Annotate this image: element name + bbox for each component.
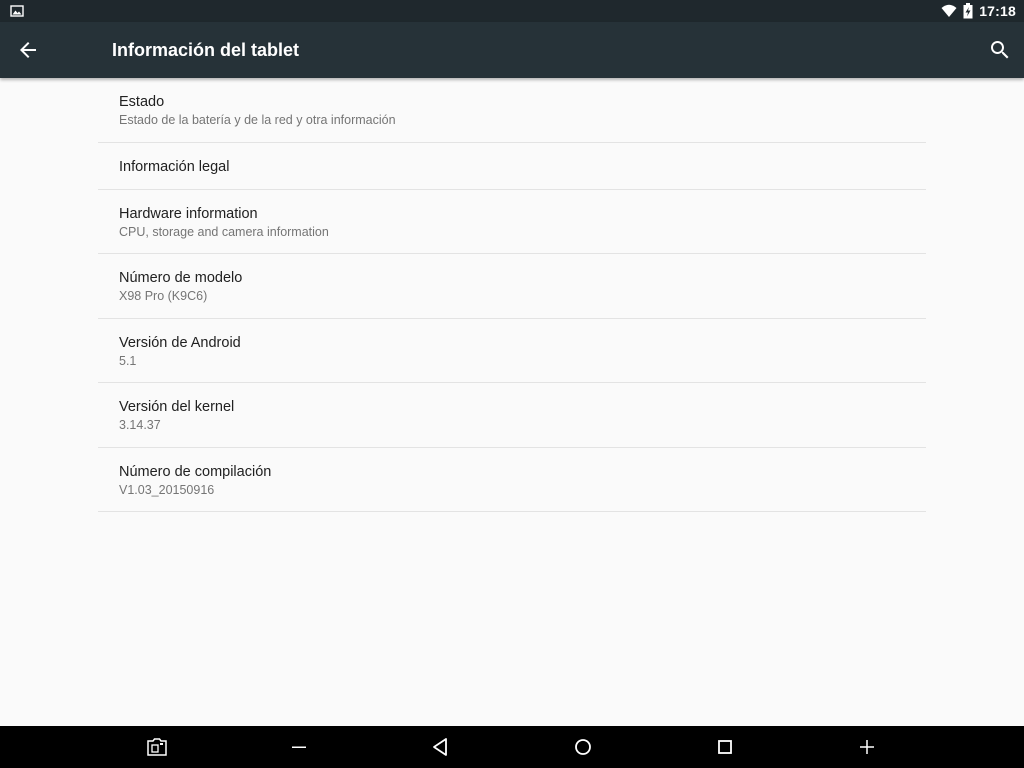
screenshot-icon[interactable]	[145, 735, 169, 759]
list-item-title: Número de compilación	[119, 463, 272, 480]
app-bar: Información del tablet	[0, 22, 1024, 78]
list-item-informacion-legal[interactable]: Información legal	[98, 143, 926, 190]
clock: 17:18	[979, 3, 1016, 19]
list-item-estado[interactable]: Estado Estado de la batería y de la red …	[98, 78, 926, 143]
page-title: Información del tablet	[112, 40, 300, 60]
list-item-hardware-information[interactable]: Hardware information CPU, storage and ca…	[98, 190, 926, 254]
settings-list: Estado Estado de la batería y de la red …	[98, 78, 926, 512]
list-item-version-de-android[interactable]: Versión de Android 5.1	[98, 319, 926, 383]
list-item-title: Estado	[119, 94, 165, 110]
arrow-back-icon[interactable]	[16, 38, 40, 62]
battery-charging-icon	[963, 3, 973, 19]
list-item-summary: X98 Pro (K9C6)	[119, 289, 208, 303]
list-item-summary: Estado de la batería y de la red y otra …	[119, 113, 396, 127]
list-item-summary: CPU, storage and camera information	[119, 224, 329, 239]
list-item-summary: V1.03_20150916	[119, 482, 215, 497]
list-item-summary: 5.1	[119, 353, 137, 368]
volume-up-icon[interactable]	[855, 735, 879, 759]
list-item-title: Versión de Android	[119, 334, 241, 351]
search-icon[interactable]	[988, 38, 1012, 62]
list-item-version-del-kernel[interactable]: Versión del kernel 3.14.37	[98, 383, 926, 448]
screen: 17:18 Información del tablet Estado Esta…	[0, 0, 1024, 768]
back-icon[interactable]	[429, 735, 453, 759]
navigation-bar	[0, 726, 1024, 768]
recents-icon[interactable]	[713, 735, 737, 759]
list-item-numero-de-compilacion[interactable]: Número de compilación V1.03_20150916	[98, 448, 926, 512]
status-bar: 17:18	[0, 0, 1024, 22]
image-notification-icon	[10, 5, 24, 17]
volume-down-icon[interactable]	[287, 735, 311, 759]
list-item-summary: 3.14.37	[119, 418, 161, 432]
list-item-title: Número de modelo	[119, 270, 243, 286]
list-item-numero-de-modelo[interactable]: Número de modelo X98 Pro (K9C6)	[98, 254, 926, 319]
home-icon[interactable]	[571, 735, 595, 759]
status-icons: 17:18	[941, 0, 1016, 22]
list-item-title: Hardware information	[119, 205, 258, 222]
list-item-title: Versión del kernel	[119, 399, 235, 415]
wifi-icon	[941, 4, 957, 17]
list-item-title: Información legal	[119, 158, 230, 175]
